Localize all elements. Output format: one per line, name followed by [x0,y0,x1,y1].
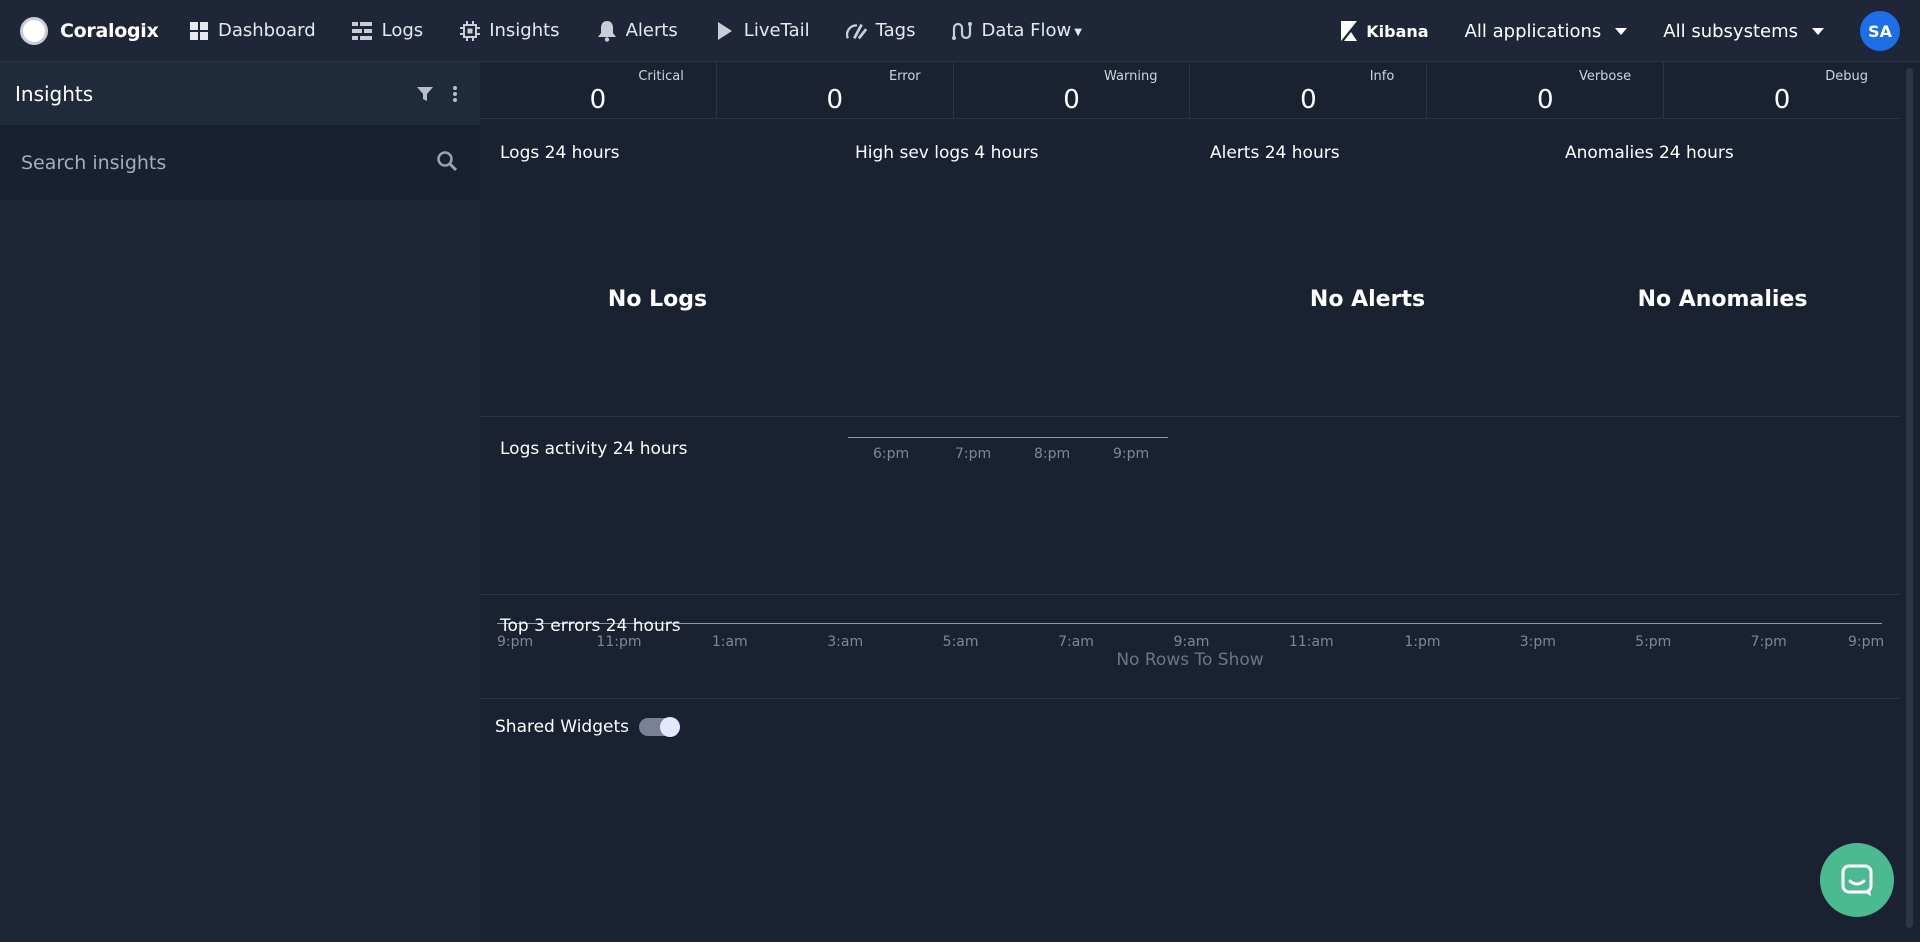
nav-dashboard-label: Dashboard [218,20,316,41]
severity-verbose[interactable]: Verbose 0 [1427,62,1665,118]
nav-data-flow-label: Data Flow [981,20,1072,41]
nav-data-flow[interactable]: Data Flow ▼ [951,0,1082,62]
shared-widgets-toggle[interactable] [638,717,680,737]
chat-button[interactable] [1820,843,1894,917]
severity-label: Error [888,69,921,84]
nav-alerts[interactable]: Alerts [596,0,678,62]
caret-down-icon [1615,27,1628,35]
coralogix-logo-icon [20,16,48,45]
widget-title: Alerts 24 hours [1210,143,1340,163]
nav-logs-label: Logs [381,20,424,41]
severity-count: 0 [1773,85,1791,115]
severity-count: 0 [1300,85,1317,115]
vertical-scrollbar[interactable] [1900,62,1920,942]
severity-count: 0 [826,85,844,115]
kibana-link[interactable]: Kibana [1340,20,1429,42]
toggle-knob [659,717,680,737]
logs-activity-widget: Logs activity 24 hours 9:pm 11:pm 1:am 3:am… [480,417,1900,650]
nav-alerts-label: Alerts [625,20,678,41]
nav-insights[interactable]: Insights [459,0,560,62]
sidebar-search [0,125,480,200]
search-icon[interactable] [436,150,458,176]
insights-sidebar: Insights [0,62,480,942]
widget-empty-text: No Alerts [1309,287,1426,312]
severity-label: Info [1369,69,1395,84]
top-errors-widget: Top 3 errors 24 hours No Rows To Show [480,595,1900,699]
severity-count: 0 [1536,85,1554,115]
nav-livetail[interactable]: LiveTail [714,0,810,62]
nav-tags-label: Tags [875,20,916,41]
severity-label: Warning [1104,69,1158,84]
insights-main: Critical 0 Error 0 Warning 0 Info 0 Verb… [480,62,1900,942]
kibana-label: Kibana [1366,21,1429,41]
severity-label: Debug [1825,69,1868,84]
logs-24h-widget: Logs 24 hours No Logs [480,119,835,417]
severity-info[interactable]: Info 0 [1190,62,1428,118]
severity-label: Verbose [1578,69,1632,84]
sidebar-header: Insights [0,62,480,125]
subsystems-label: All subsystems [1663,20,1798,42]
severity-error[interactable]: Error 0 [717,62,954,118]
applications-dropdown[interactable]: All applications [1465,21,1628,42]
shared-widgets-control: Shared Widgets [495,717,680,737]
play-icon [714,20,736,42]
chevron-down-icon: ▼ [1074,27,1082,38]
nav-insights-label: Insights [489,20,560,41]
nav-tags[interactable]: Tags [845,0,916,62]
severity-count: 0 [589,85,607,115]
severity-debug[interactable]: Debug 0 [1664,62,1900,118]
anomalies-24h-widget: Anomalies 24 hours No Anomalies [1545,119,1900,417]
caret-down-icon [1812,27,1824,35]
brand[interactable]: Coralogix [20,16,188,45]
logs-icon [351,20,374,42]
subsystems-dropdown[interactable]: All subsystems [1663,21,1824,42]
widget-empty-text: No Logs [607,287,708,312]
severity-summary: Critical 0 Error 0 Warning 0 Info 0 Verb… [480,62,1900,119]
data-flow-icon [951,20,973,42]
nav-dashboard[interactable]: Dashboard [188,0,316,62]
more-vertical-icon[interactable] [444,83,466,105]
widget-title: Logs activity 24 hours [500,439,688,459]
severity-count: 0 [1063,85,1080,115]
insights-icon [459,20,481,42]
bell-icon [596,20,618,42]
alerts-24h-widget: Alerts 24 hours No Alerts [1190,119,1545,417]
dashboard-icon [188,20,210,42]
shared-widgets-label: Shared Widgets [495,717,629,737]
empty-table-text: No Rows To Show [1116,650,1264,670]
kibana-icon [1341,21,1358,41]
high-sev-logs-widget: High sev logs 4 hours 6:pm 7:pm 8:pm 9:p… [835,119,1190,462]
widget-title: Anomalies 24 hours [1565,143,1734,163]
severity-label: Critical [638,69,684,84]
widget-title: Logs 24 hours [500,143,620,163]
widget-empty-text: No Anomalies [1637,287,1808,312]
sidebar-title: Insights [15,81,94,106]
brand-name: Coralogix [60,19,159,42]
severity-critical[interactable]: Critical 0 [480,62,717,118]
search-insights-input[interactable] [21,151,401,174]
widgets-row: Logs 24 hours No Logs High sev logs 4 ho… [480,119,1900,462]
top-navbar: Coralogix Dashboard Logs Insights Alerts… [0,0,1920,62]
applications-label: All applications [1464,20,1602,42]
user-avatar[interactable]: SA [1860,11,1900,51]
nav-logs[interactable]: Logs [351,0,424,62]
filter-icon[interactable] [414,83,436,105]
nav-livetail-label: LiveTail [743,20,810,41]
tags-icon [845,20,868,42]
widget-title: Top 3 errors 24 hours [500,616,681,636]
severity-warning[interactable]: Warning 0 [954,62,1191,118]
chat-icon [1841,864,1873,896]
scrollbar-thumb[interactable] [1906,68,1913,928]
widget-title: High sev logs 4 hours [855,143,1039,163]
